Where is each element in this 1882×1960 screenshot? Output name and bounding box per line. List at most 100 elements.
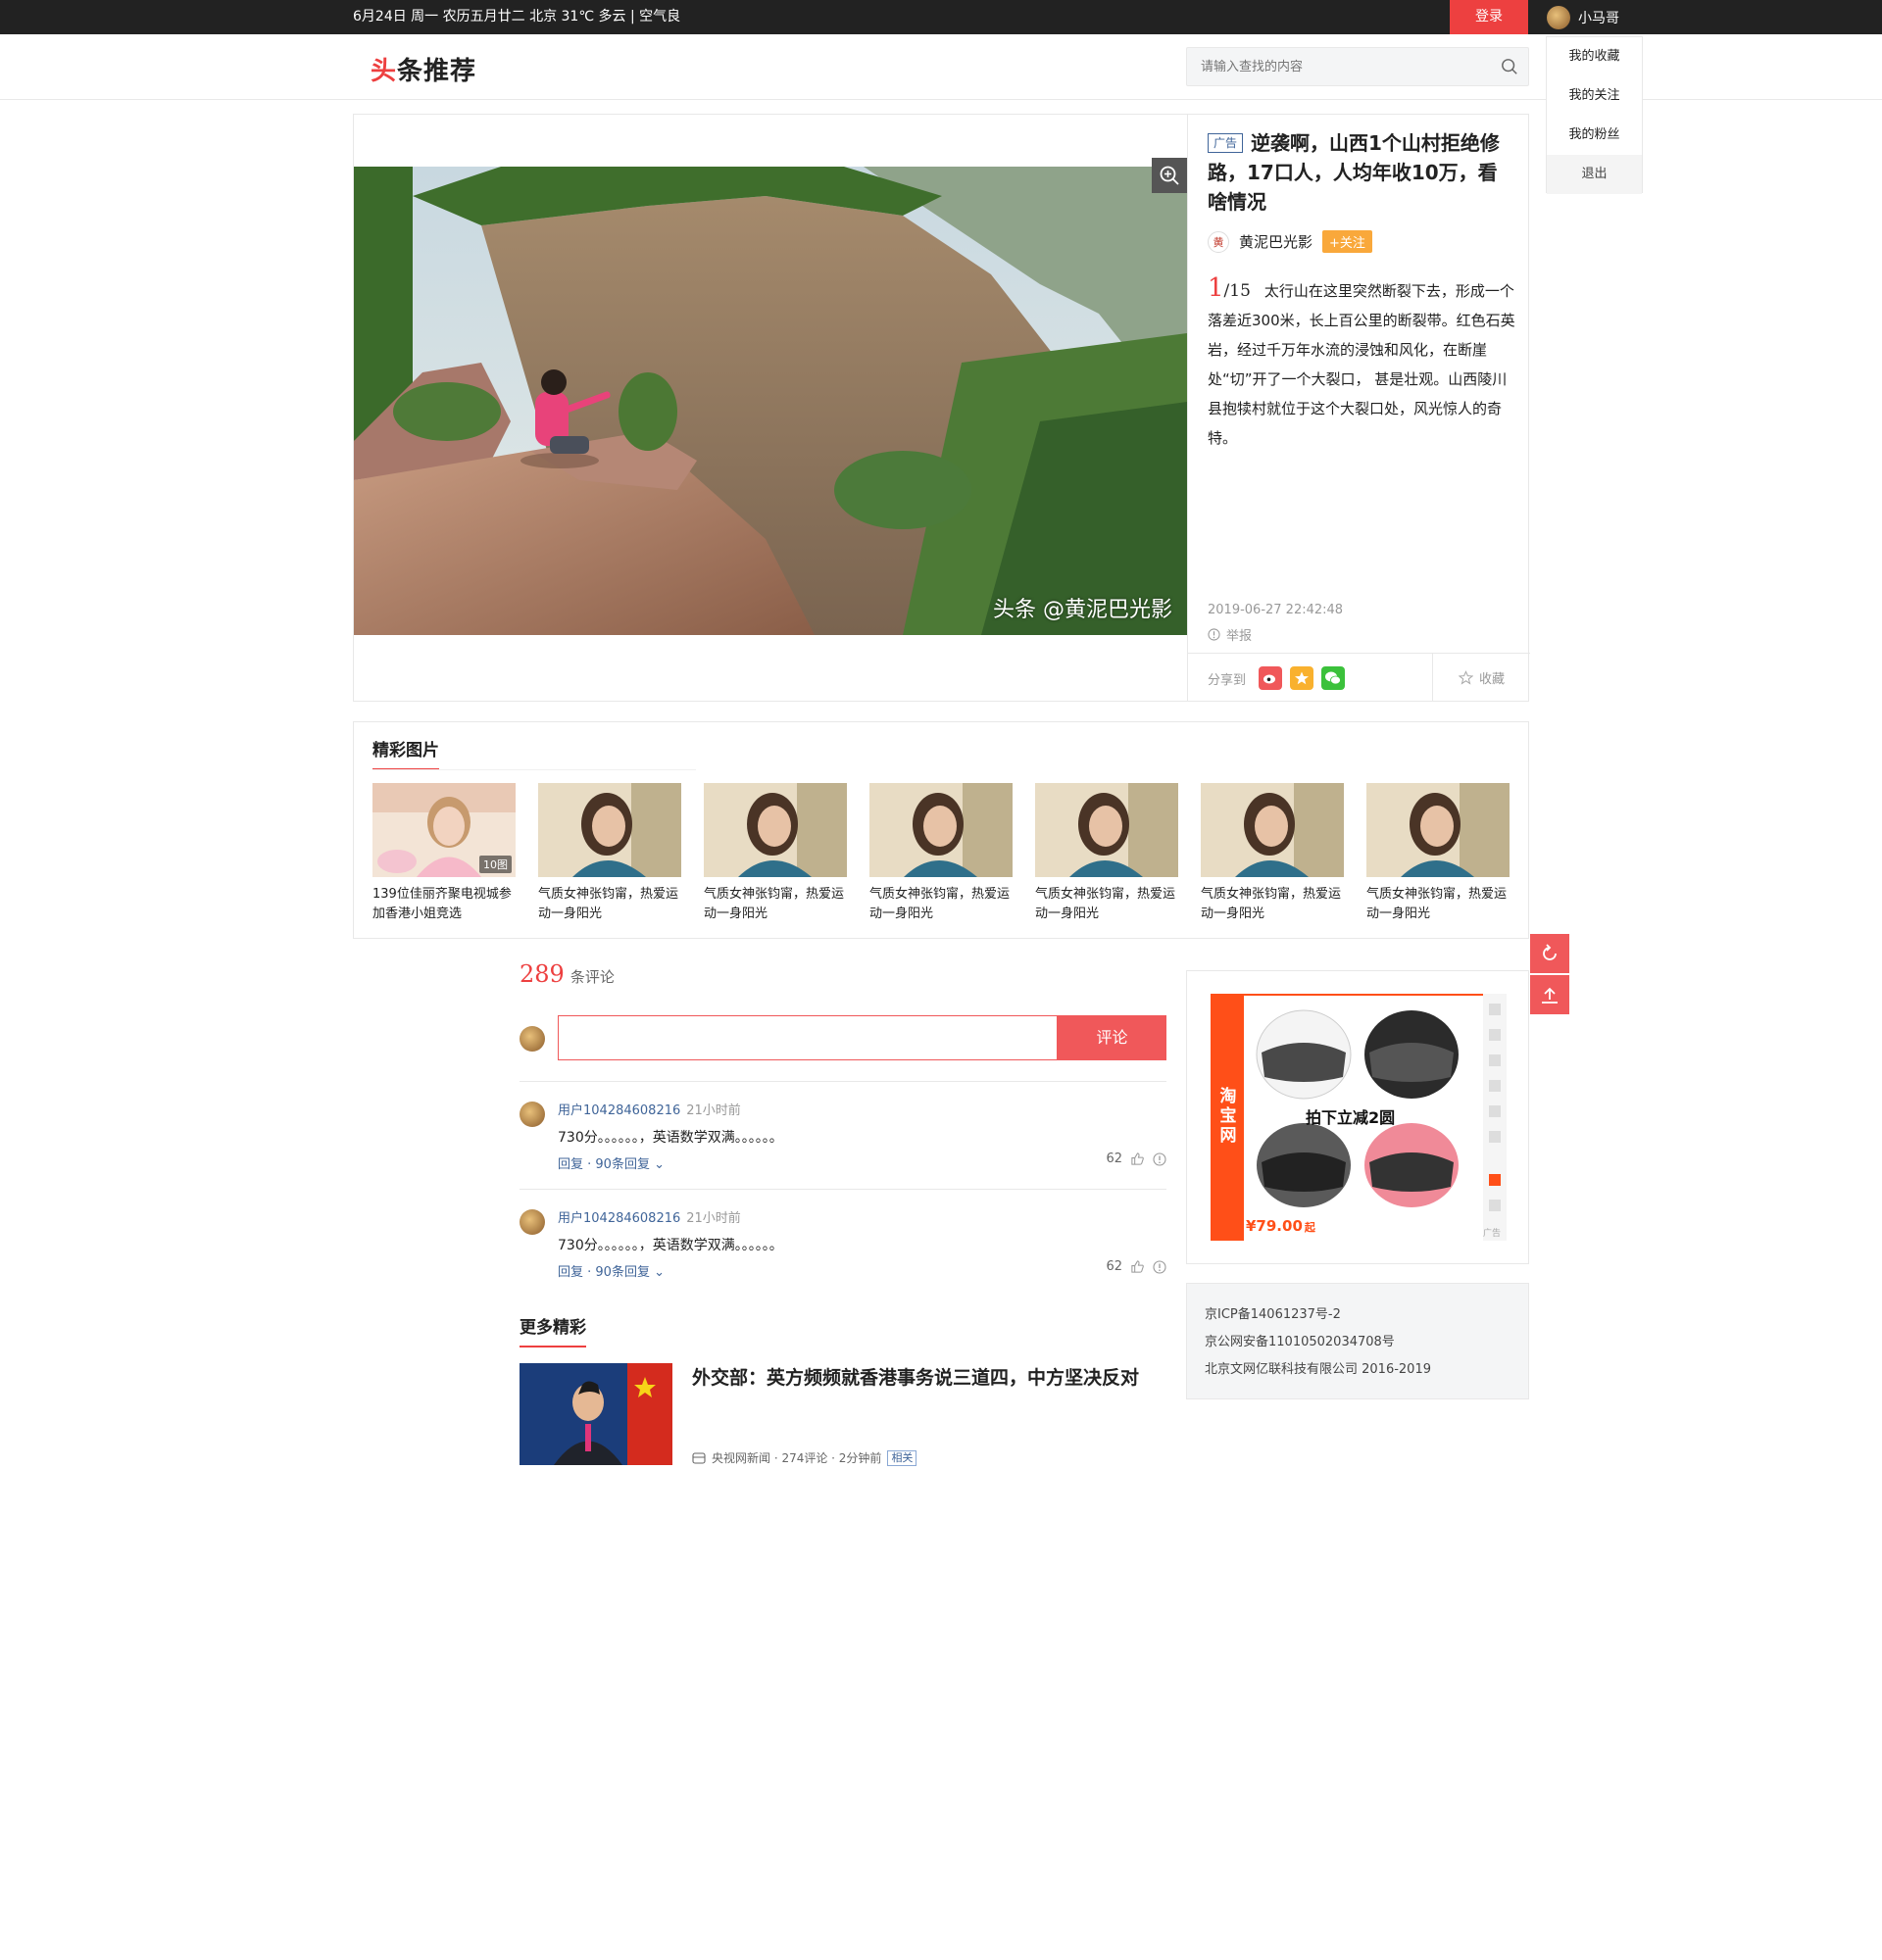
reply-link[interactable]: 回复 · 90条回复 ⌄ — [558, 1153, 665, 1172]
submit-comment-button[interactable]: 评论 — [1058, 1015, 1166, 1060]
news-meta: 央视网新闻 · 274评论 · 2分钟前 相关 — [692, 1449, 917, 1466]
report-icon[interactable] — [1153, 1259, 1166, 1274]
search-input[interactable] — [1187, 48, 1471, 85]
thumbnail-item[interactable]: 气质女神张钧甯，热爱运动一身阳光 — [1035, 783, 1178, 924]
comment-item: 用户104284608216 21小时前 730分。。。。。。，英语数学双满。。。… — [520, 1189, 1166, 1297]
info-icon — [1208, 628, 1220, 641]
refresh-button[interactable] — [1530, 934, 1569, 973]
news-meta-text: 央视网新闻 · 274评论 · 2分钟前 — [712, 1451, 882, 1465]
thumbnail-item[interactable]: 10图 139位佳丽齐聚电视城参加香港小姐竞选 — [372, 783, 516, 924]
copyright: 北京文网亿联科技有限公司 2016-2019 — [1205, 1362, 1431, 1377]
logo-first-char: 头 — [371, 57, 398, 86]
comment-count: 289 条评论 — [520, 960, 1166, 988]
avatar[interactable] — [520, 1209, 545, 1235]
thumbs-up-icon[interactable] — [1130, 1259, 1145, 1274]
login-button[interactable]: 登录 — [1450, 0, 1528, 34]
thumbnail-image — [704, 783, 847, 877]
police-record: 京公网安备11010502034708号 — [1205, 1335, 1395, 1349]
comments-section: 289 条评论 评论 用户104284608216 21小时前 730分。。。。。。… — [520, 960, 1166, 1280]
avatar — [520, 1026, 545, 1052]
zoom-button[interactable] — [1152, 158, 1187, 193]
news-item[interactable]: 外交部：英方频频就香港事务说三道四，中方坚决反对 央视网新闻 · 274评论 ·… — [520, 1363, 1166, 1466]
ad-mark: 广告 — [1482, 1229, 1501, 1239]
thumbnail-list: 10图 139位佳丽齐聚电视城参加香港小姐竞选 气质女神张钧甯，热爱运动一身阳光… — [372, 783, 1510, 924]
comment-text: 730分。。。。。。，英语数学双满。。。。。。 — [558, 1130, 783, 1146]
ad-brand: 淘宝网 — [1219, 1087, 1237, 1146]
thumbnail-caption: 气质女神张钧甯，热爱运动一身阳光 — [1035, 887, 1176, 921]
thumbnail-image — [1201, 783, 1344, 877]
article-title-text: 逆袭啊，山西1个山村拒绝修路，17口人，人均年收10万，看啥情况 — [1208, 131, 1500, 214]
report-icon[interactable] — [1153, 1152, 1166, 1166]
refresh-icon — [1543, 944, 1557, 960]
comment-meta: 用户104284608216 21小时前 — [558, 1100, 741, 1118]
comment-time: 21小时前 — [686, 1103, 741, 1118]
thumbnail-image — [538, 783, 681, 877]
thumbs-up-icon[interactable] — [1130, 1152, 1145, 1166]
thumbnail-caption: 气质女神张钧甯，热爱运动一身阳光 — [1201, 887, 1342, 921]
ad-banner[interactable]: 淘宝网 拍下立减2圆 ¥79.00 起 广告 — [1211, 994, 1507, 1241]
ad-promo-text: 拍下立减2圆 — [1306, 1108, 1396, 1127]
avatar[interactable] — [520, 1102, 545, 1127]
thumbnail-item[interactable]: 气质女神张钧甯，热爱运动一身阳光 — [704, 783, 847, 924]
logout-button[interactable]: 退出 — [1547, 155, 1642, 194]
share-bar: 分享到 收藏 — [1188, 653, 1530, 702]
featured-pictures: 精彩图片 10图 139位佳丽齐聚电视城参加香港小姐竞选 气质女神张钧甯，热爱运… — [353, 721, 1529, 939]
thumbnail-image — [869, 783, 1013, 877]
menu-item-following[interactable]: 我的关注 — [1547, 76, 1642, 116]
gallery-photo[interactable]: 头条 @黄泥巴光影 — [354, 167, 1187, 635]
publish-time: 2019-06-27 22:42:48 — [1208, 603, 1344, 617]
more-title: 更多精彩 — [520, 1313, 586, 1348]
news-image — [520, 1363, 672, 1465]
thumbnail-caption: 139位佳丽齐聚电视城参加香港小姐竞选 — [372, 887, 512, 921]
menu-item-favorites[interactable]: 我的收藏 — [1547, 37, 1642, 76]
like-count: 62 — [1106, 1259, 1122, 1274]
image-count-badge: 10图 — [479, 856, 512, 873]
ad-price-suffix: 起 — [1304, 1221, 1315, 1234]
avatar — [1547, 5, 1570, 29]
thumbnail-item[interactable]: 气质女神张钧甯，热爱运动一身阳光 — [538, 783, 681, 924]
user-dropdown: 我的收藏 我的关注 我的粉丝 退出 — [1546, 36, 1643, 194]
search-icon[interactable] — [1501, 58, 1518, 75]
ad-price-value: ¥79.00 — [1246, 1217, 1303, 1235]
user-menu-trigger[interactable]: 小马哥 — [1547, 0, 1619, 34]
comment-username[interactable]: 用户104284608216 — [558, 1211, 680, 1226]
footer-info: 京ICP备14061237号-2 京公网安备11010502034708号 北京… — [1186, 1283, 1529, 1399]
thumbnail-item[interactable]: 气质女神张钧甯，热爱运动一身阳光 — [869, 783, 1013, 924]
reply-link[interactable]: 回复 · 90条回复 ⌄ — [558, 1261, 665, 1280]
star-icon — [1458, 670, 1473, 685]
weibo-share-icon[interactable] — [1259, 666, 1282, 690]
qzone-share-icon[interactable] — [1290, 666, 1313, 690]
zoom-in-icon — [1160, 166, 1179, 185]
date-weather: 6月24日 周一 农历五月廿二 北京 31℃ 多云 | 空气良 — [353, 9, 681, 24]
author-row: 黄 黄泥巴光影 +关注 — [1208, 230, 1372, 253]
report-label: 举报 — [1226, 629, 1253, 644]
thumbnail-caption: 气质女神张钧甯，热爱运动一身阳光 — [1366, 887, 1508, 921]
author-name[interactable]: 黄泥巴光影 — [1239, 231, 1312, 252]
comment-meta: 用户104284608216 21小时前 — [558, 1207, 741, 1226]
article-title[interactable]: 广告 逆袭啊，山西1个山村拒绝修路，17口人，人均年收10万，看啥情况 — [1208, 128, 1516, 217]
wechat-share-icon[interactable] — [1321, 666, 1345, 690]
back-to-top-button[interactable] — [1530, 975, 1569, 1014]
comment-time: 21小时前 — [686, 1211, 741, 1226]
thumbnail-item[interactable]: 气质女神张钧甯，热爱运动一身阳光 — [1366, 783, 1510, 924]
follow-button[interactable]: +关注 — [1322, 230, 1372, 253]
author-logo-icon[interactable]: 黄 — [1208, 230, 1229, 253]
photo-counter: 1/15 — [1208, 273, 1264, 303]
like-count: 62 — [1106, 1152, 1122, 1166]
comment-username[interactable]: 用户104284608216 — [558, 1103, 680, 1118]
watermark: 头条 @黄泥巴光影 — [993, 598, 1172, 622]
thumbnail-item[interactable]: 气质女神张钧甯，热爱运动一身阳光 — [1201, 783, 1344, 924]
total-count: /15 — [1223, 281, 1251, 301]
logo[interactable]: 头条推荐 — [371, 51, 476, 87]
menu-item-fans[interactable]: 我的粉丝 — [1547, 116, 1642, 155]
thumbnail-caption: 气质女神张钧甯，热爱运动一身阳光 — [869, 887, 1011, 921]
favorite-button[interactable]: 收藏 — [1432, 654, 1530, 702]
comment-item: 用户104284608216 21小时前 730分。。。。。。，英语数学双满。。。… — [520, 1081, 1166, 1189]
favorite-label: 收藏 — [1478, 672, 1505, 687]
current-index: 1 — [1208, 273, 1224, 303]
comment-input[interactable] — [558, 1015, 1058, 1060]
report-link[interactable]: 举报 — [1208, 625, 1252, 644]
comment-list: 用户104284608216 21小时前 730分。。。。。。，英语数学双满。。。… — [520, 1081, 1166, 1297]
username: 小马哥 — [1578, 10, 1619, 26]
news-title[interactable]: 外交部：英方频频就香港事务说三道四，中方坚决反对 — [692, 1363, 1139, 1393]
